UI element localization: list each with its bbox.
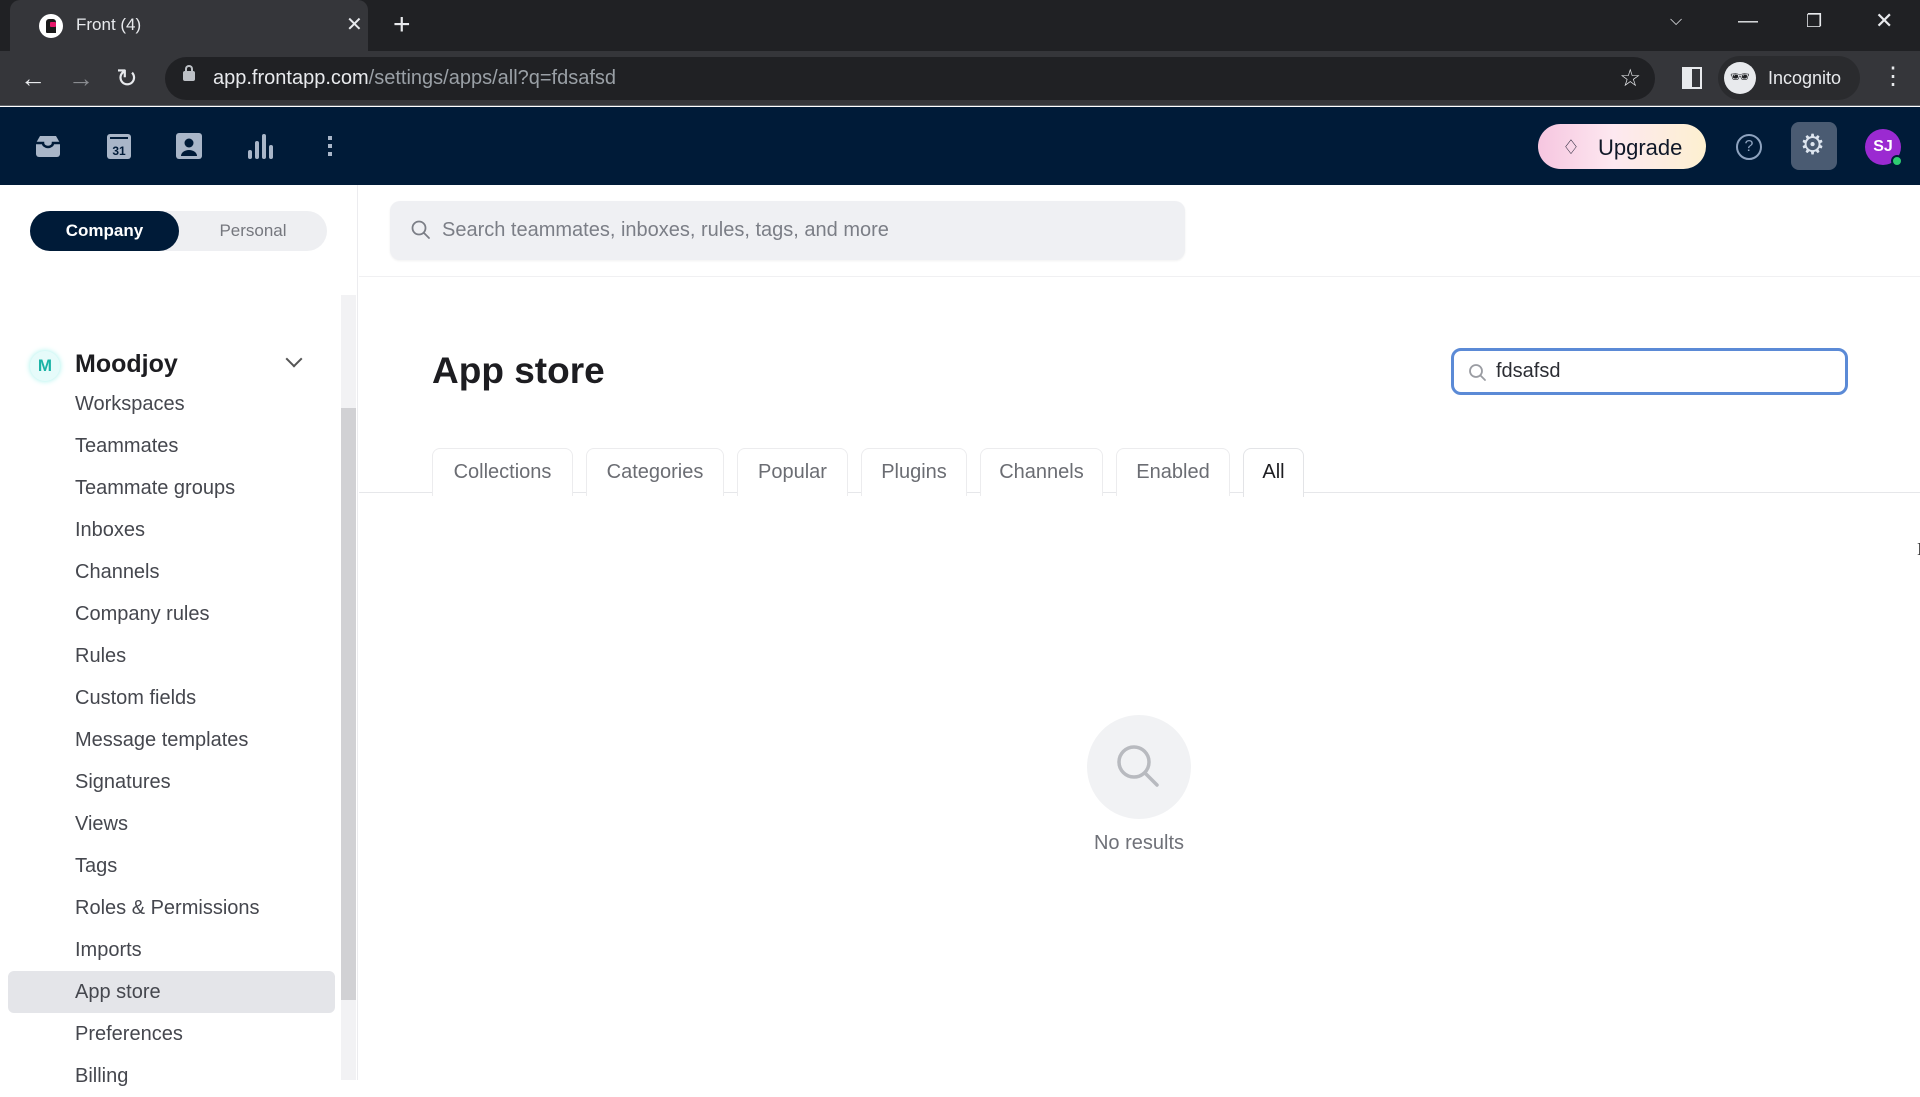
org-header[interactable]: M Moodjoy <box>30 345 320 385</box>
empty-state-circle <box>1087 715 1191 819</box>
calendar-day: 31 <box>112 144 126 158</box>
settings-nav: Workspaces Teammates Teammate groups Inb… <box>8 383 335 1097</box>
url-path: /settings/apps/all?q=fdsafsd <box>368 67 617 89</box>
browser-tabstrip: Front (4) ✕ + ⌵ — ❐ ✕ <box>0 0 1920 51</box>
main-content: App store I Collections Categories Popul… <box>359 185 1920 1080</box>
empty-state: No results <box>1087 715 1191 854</box>
browser-tab[interactable]: Front (4) ✕ <box>10 0 368 51</box>
calendar-icon[interactable]: 31 <box>104 131 134 161</box>
forward-icon[interactable]: → <box>68 64 94 92</box>
lock-icon <box>183 65 195 81</box>
presence-indicator <box>1891 155 1903 167</box>
sidebar-item-message-templates[interactable]: Message templates <box>8 719 335 761</box>
tab-enabled[interactable]: Enabled <box>1116 448 1230 496</box>
more-vertical-icon[interactable] <box>315 131 345 161</box>
new-tab-button[interactable]: + <box>393 9 411 41</box>
sidebar-scrollbar[interactable] <box>341 295 356 1080</box>
app-top-bar: 31 ♢ Upgrade ? ⚙ SJ <box>0 107 1920 185</box>
sidebar-item-roles-permissions[interactable]: Roles & Permissions <box>8 887 335 929</box>
window-close-icon[interactable]: ✕ <box>1875 8 1893 34</box>
sidebar-item-app-store[interactable]: App store <box>8 971 335 1013</box>
sidebar-item-teammates[interactable]: Teammates <box>8 425 335 467</box>
sidebar-item-views[interactable]: Views <box>8 803 335 845</box>
scope-tab-personal[interactable]: Personal <box>179 211 327 251</box>
header-divider <box>359 276 1920 277</box>
incognito-profile-button[interactable]: 🕶 Incognito <box>1718 56 1860 100</box>
bookmark-star-icon[interactable]: ☆ <box>1619 64 1641 93</box>
minimize-icon[interactable]: — <box>1738 8 1758 34</box>
scope-tab-company[interactable]: Company <box>30 211 179 251</box>
sidebar-item-inboxes[interactable]: Inboxes <box>8 509 335 551</box>
app-search-field[interactable] <box>1451 348 1848 395</box>
user-avatar[interactable]: SJ <box>1865 129 1903 167</box>
url-text[interactable]: app.frontapp.com/settings/apps/all?q=fds… <box>213 67 616 90</box>
sidebar-item-preferences[interactable]: Preferences <box>8 1013 335 1055</box>
scope-toggle: Company Personal <box>30 211 327 251</box>
tab-all[interactable]: All <box>1243 448 1304 497</box>
no-results-text: No results <box>1093 832 1185 854</box>
global-settings-search[interactable] <box>390 201 1185 260</box>
settings-button[interactable]: ⚙ <box>1791 122 1837 170</box>
inbox-icon[interactable] <box>33 131 63 161</box>
tab-channels[interactable]: Channels <box>980 448 1103 496</box>
sidebar-item-signatures[interactable]: Signatures <box>8 761 335 803</box>
tab-popular[interactable]: Popular <box>737 448 848 496</box>
search-icon <box>411 220 430 239</box>
sidebar-item-imports[interactable]: Imports <box>8 929 335 971</box>
profile-label: Incognito <box>1768 68 1842 88</box>
restore-icon[interactable]: ❐ <box>1806 8 1822 34</box>
sidebar-item-rules[interactable]: Rules <box>8 635 335 677</box>
search-icon <box>1117 745 1159 787</box>
browser-menu-icon[interactable]: ⋮ <box>1881 63 1905 91</box>
avatar-initials: SJ <box>1873 138 1893 155</box>
sidebar-item-channels[interactable]: Channels <box>8 551 335 593</box>
reload-icon[interactable]: ↻ <box>116 64 138 92</box>
sidebar-item-teammate-groups[interactable]: Teammate groups <box>8 467 335 509</box>
browser-toolbar: ← → ↻ app.frontapp.com/settings/apps/all… <box>0 51 1920 106</box>
back-icon[interactable]: ← <box>20 64 46 92</box>
side-panel-icon[interactable] <box>1682 67 1702 89</box>
sidebar-item-workspaces[interactable]: Workspaces <box>8 383 335 425</box>
org-badge: M <box>30 351 60 381</box>
tab-close-icon[interactable]: ✕ <box>346 12 363 38</box>
tab-collections[interactable]: Collections <box>432 448 573 496</box>
settings-sidebar: Company Personal M Moodjoy Workspaces Te… <box>0 185 358 1087</box>
chevron-down-icon[interactable] <box>285 350 303 368</box>
url-host: app.frontapp.com <box>213 67 369 89</box>
page-title: App store <box>432 350 605 391</box>
address-bar[interactable]: app.frontapp.com/settings/apps/all?q=fds… <box>165 57 1655 100</box>
sidebar-item-company-rules[interactable]: Company rules <box>8 593 335 635</box>
sidebar-item-custom-fields[interactable]: Custom fields <box>8 677 335 719</box>
help-icon[interactable]: ? <box>1736 134 1762 160</box>
incognito-icon: 🕶 <box>1724 62 1756 94</box>
diamond-icon: ♢ <box>1562 137 1580 159</box>
global-search-input[interactable] <box>442 201 1162 260</box>
org-name: Moodjoy <box>75 350 178 378</box>
tab-categories[interactable]: Categories <box>586 448 724 496</box>
front-logo-icon <box>39 14 63 38</box>
tab-title: Front (4) <box>76 15 142 34</box>
tab-plugins[interactable]: Plugins <box>861 448 967 496</box>
tab-search-icon[interactable]: ⌵ <box>1670 8 1682 34</box>
sidebar-item-tags[interactable]: Tags <box>8 845 335 887</box>
sidebar-scrollbar-thumb[interactable] <box>341 408 356 1000</box>
search-icon <box>1469 364 1486 381</box>
sidebar-item-billing[interactable]: Billing <box>8 1055 335 1097</box>
gear-icon: ⚙ <box>1800 129 1826 160</box>
app-search-input[interactable] <box>1496 351 1826 392</box>
upgrade-label: Upgrade <box>1598 135 1683 160</box>
contacts-icon[interactable] <box>174 131 204 161</box>
analytics-icon[interactable] <box>245 131 275 161</box>
upgrade-button[interactable]: ♢ Upgrade <box>1538 124 1706 169</box>
